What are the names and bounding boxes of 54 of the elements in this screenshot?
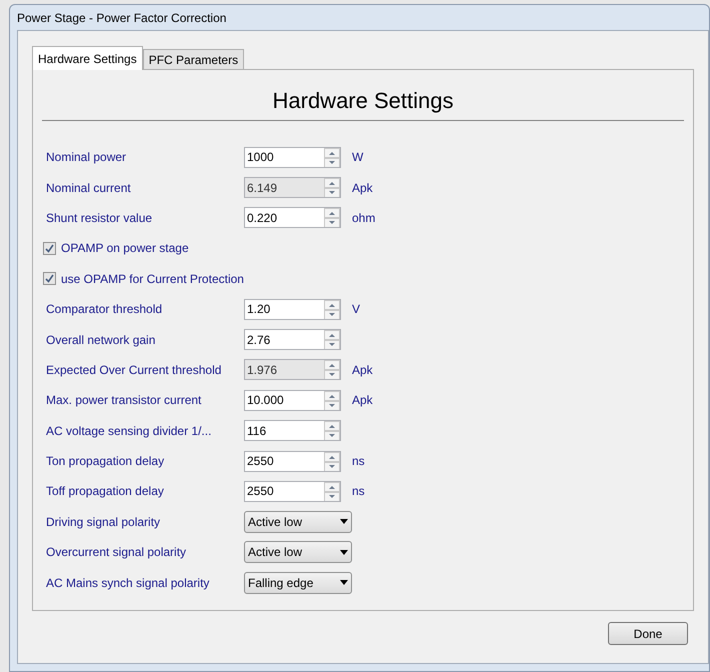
field-label: Expected Over Current threshold bbox=[46, 362, 222, 379]
spinner-icon[interactable] bbox=[324, 482, 340, 501]
tab[interactable]: PFC Parameters bbox=[142, 49, 244, 69]
unit-label: Apk bbox=[352, 180, 373, 197]
window-title: Power Stage - Power Factor Correction bbox=[17, 10, 226, 26]
dropdown[interactable]: Falling edge bbox=[244, 572, 352, 594]
tab[interactable]: Hardware Settings bbox=[32, 46, 143, 70]
field-label: Nominal power bbox=[46, 149, 128, 166]
spin-box[interactable]: 2.76 bbox=[244, 329, 341, 350]
spinner-icon[interactable] bbox=[324, 300, 340, 319]
dropdown[interactable]: Active low bbox=[244, 510, 352, 533]
checkbox-label[interactable]: use OPAMP for Current Protection bbox=[61, 270, 244, 288]
unit-label: ns bbox=[352, 453, 365, 470]
unit-label: ns bbox=[352, 483, 365, 500]
checkbox-label[interactable]: OPAMP on power stage bbox=[61, 239, 189, 258]
spinner-icon[interactable] bbox=[324, 208, 340, 228]
unit-label: Apk bbox=[352, 362, 373, 379]
checkbox[interactable] bbox=[43, 272, 56, 286]
field-label: Nominal current bbox=[46, 180, 132, 197]
unit-label: ohm bbox=[352, 210, 376, 227]
field-label: Driving signal polarity bbox=[46, 514, 162, 531]
dropdown-arrow-icon bbox=[340, 550, 348, 555]
spinner-icon[interactable] bbox=[324, 452, 340, 471]
spin-box[interactable]: 2550 bbox=[244, 450, 341, 472]
spin-box[interactable]: 2550 bbox=[244, 480, 341, 502]
field-label: Comparator threshold bbox=[46, 301, 164, 318]
field-label: AC Mains synch signal polarity bbox=[46, 574, 210, 592]
spin-box[interactable]: 1.20 bbox=[244, 298, 341, 320]
spin-box[interactable]: 0.220 bbox=[244, 207, 341, 228]
spin-box: 6.149 bbox=[244, 177, 341, 198]
spinner-icon[interactable] bbox=[324, 421, 340, 440]
field-label: Max. power transistor current bbox=[46, 392, 202, 410]
done-button[interactable]: Done bbox=[608, 622, 688, 645]
unit-label: W bbox=[352, 149, 364, 166]
field-label: Overcurrent signal polarity bbox=[46, 544, 188, 562]
field-label: Toff propagation delay bbox=[46, 483, 165, 500]
field-label: AC voltage sensing divider 1/... bbox=[46, 422, 212, 440]
dropdown-arrow-icon bbox=[340, 580, 348, 586]
field-label: Shunt resistor value bbox=[46, 210, 154, 227]
field-label: Ton propagation delay bbox=[46, 453, 166, 470]
dropdown-arrow-icon bbox=[340, 519, 348, 524]
spinner-icon[interactable] bbox=[324, 390, 340, 410]
field-label: Overall network gain bbox=[46, 332, 156, 349]
spinner-icon[interactable] bbox=[324, 148, 340, 167]
spin-box: 1.976 bbox=[244, 359, 341, 380]
spin-box[interactable]: 10.000 bbox=[244, 390, 341, 411]
spin-box[interactable]: 116 bbox=[244, 420, 341, 442]
dropdown[interactable]: Active low bbox=[244, 541, 352, 564]
section-heading: Hardware Settings bbox=[272, 87, 454, 115]
unit-label: Apk bbox=[352, 392, 373, 410]
checkbox[interactable] bbox=[43, 242, 56, 255]
spinner-icon[interactable] bbox=[324, 330, 340, 350]
unit-label: V bbox=[352, 301, 360, 318]
spin-box[interactable]: 1000 bbox=[244, 146, 341, 168]
